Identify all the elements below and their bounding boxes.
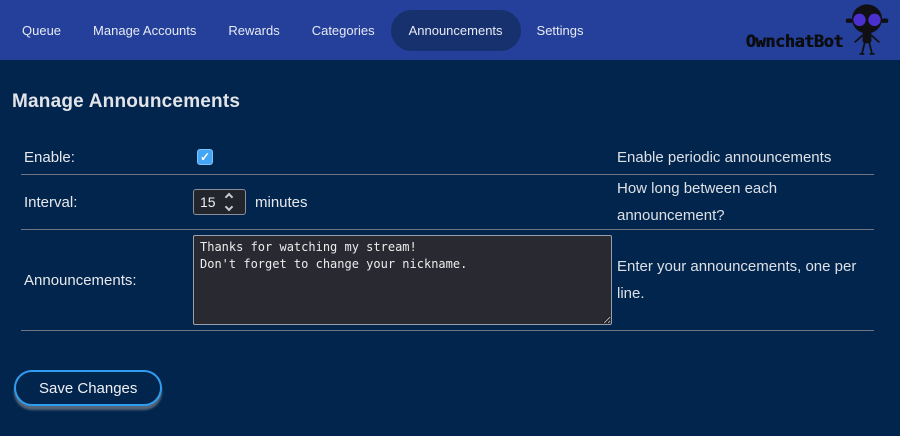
logo-text: OwnchatBot <box>746 32 843 52</box>
spinner-up-icon[interactable] <box>225 193 233 201</box>
form-row-enable: Enable: Enable periodic announcements <box>21 140 874 175</box>
nav-item-queue[interactable]: Queue <box>6 13 77 48</box>
spinner-down-icon[interactable] <box>225 203 233 211</box>
announcements-help-text: Enter your announcements, one per line. <box>617 253 874 307</box>
announcements-form: Enable: Enable periodic announcements In… <box>21 140 874 331</box>
form-row-interval: Interval: minutes How long between each … <box>21 175 874 230</box>
announcements-label: Announcements: <box>21 272 193 289</box>
page-title: Manage Announcements <box>12 91 890 113</box>
robot-mascot-icon <box>844 2 890 58</box>
save-changes-button[interactable]: Save Changes <box>14 370 162 406</box>
interval-label: Interval: <box>21 194 193 211</box>
announcements-textarea[interactable]: Thanks for watching my stream! Don't for… <box>193 235 612 325</box>
nav-item-settings[interactable]: Settings <box>521 13 600 48</box>
enable-label: Enable: <box>21 149 193 166</box>
nav-item-categories[interactable]: Categories <box>296 13 391 48</box>
interval-input[interactable] <box>200 194 224 210</box>
number-spinner[interactable] <box>226 194 232 210</box>
main-content: Manage Announcements Enable: Enable peri… <box>0 91 900 406</box>
enable-help-text: Enable periodic announcements <box>617 144 874 171</box>
app-logo: OwnchatBot <box>746 0 890 60</box>
nav-item-announcements[interactable]: Announcements <box>391 10 521 51</box>
interval-unit-label: minutes <box>255 194 308 211</box>
nav-item-rewards[interactable]: Rewards <box>212 13 295 48</box>
enable-checkbox[interactable] <box>197 149 213 165</box>
form-row-announcements: Announcements: Thanks for watching my st… <box>21 230 874 331</box>
nav-item-manage-accounts[interactable]: Manage Accounts <box>77 13 212 48</box>
interval-input-wrapper <box>193 189 246 215</box>
top-navbar: Queue Manage Accounts Rewards Categories… <box>0 0 900 60</box>
interval-help-text: How long between each announcement? <box>617 175 874 229</box>
